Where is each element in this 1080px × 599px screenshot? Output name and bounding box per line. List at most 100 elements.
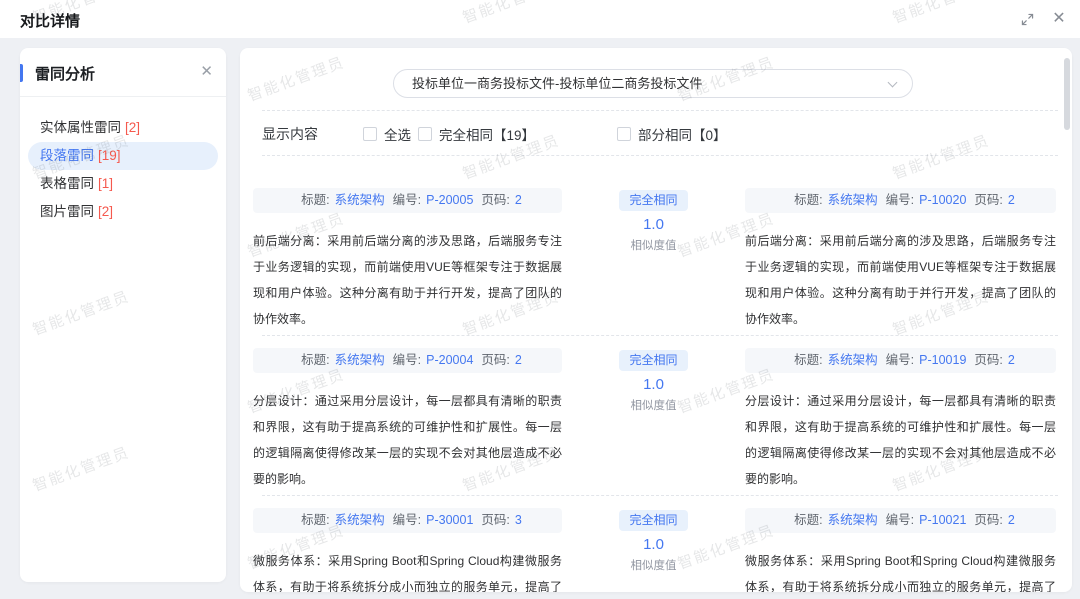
close-icon: ✕: [1052, 11, 1065, 27]
similarity-badge: 完全相同: [619, 350, 687, 371]
paragraph-page-link[interactable]: 2: [515, 353, 522, 367]
left-paragraph-block: 标题: 系统架构编号: P-20004 页码: 2 分层设计：通过采用分层设计，每一层都…: [253, 348, 562, 492]
page-body: 雷同分析 ✕ 实体属性雷同[2] 段落雷同[19] 表格雷同[1] 图片雷同[2…: [0, 38, 1080, 599]
page-field-label: 页码:: [481, 353, 509, 367]
comparison-detail-panel: 投标单位一商务投标文件-投标单位二商务投标文件 显示内容 全选 完全相同【19】…: [240, 48, 1072, 592]
paragraph-code-link[interactable]: P-10020: [919, 193, 966, 207]
fullscreen-button[interactable]: [1018, 10, 1036, 28]
sidebar-item-3[interactable]: 图片雷同[2]: [28, 198, 218, 226]
paragraph-code-link[interactable]: P-20004: [426, 353, 473, 367]
page-field-label: 页码:: [481, 513, 509, 527]
item-count: [19]: [98, 148, 121, 163]
similarity-block: 完全相同 1.0 相似度值: [562, 508, 745, 573]
display-content-label: 显示内容: [262, 124, 318, 144]
panel-header: 雷同分析 ✕: [20, 48, 226, 97]
paragraph-title-link[interactable]: 系统架构: [828, 193, 878, 207]
page-field-label: 页码:: [974, 513, 1002, 527]
chevron-down-icon: [888, 78, 898, 88]
paragraph-title-link[interactable]: 系统架构: [828, 513, 878, 527]
paragraph-code-link[interactable]: P-10019: [919, 353, 966, 367]
paragraph-code-link[interactable]: P-10021: [919, 513, 966, 527]
checkbox-icon[interactable]: [418, 127, 432, 141]
similarity-block: 完全相同 1.0 相似度值: [562, 188, 745, 253]
checkbox-icon[interactable]: [363, 127, 377, 141]
sidebar-item-1[interactable]: 段落雷同[19]: [28, 142, 218, 170]
filter-checkbox-0[interactable]: 全选: [363, 124, 411, 144]
paragraph-title-link[interactable]: 系统架构: [828, 353, 878, 367]
comparison-row: 标题:系统架构编号:P-30001页码:3 微服务体系：采用Spring Boo…: [240, 508, 1072, 592]
filter-checkbox-2[interactable]: 部分相同【0】: [617, 124, 727, 144]
code-field-label: 编号:: [393, 513, 421, 527]
page-field-label: 页码:: [974, 353, 1002, 367]
paragraph-page-link[interactable]: 2: [1008, 353, 1015, 367]
title-field-label: 标题:: [301, 193, 329, 207]
paragraph-text: 微服务体系：采用Spring Boot和Spring Cloud构建微服务体系，…: [745, 548, 1056, 592]
title-field-label: 标题:: [794, 513, 822, 527]
title-accent-bar: [20, 64, 23, 82]
title-field-label: 标题:: [794, 193, 822, 207]
paragraph-header: 标题: 系统架构编号: P-30001 页码: 3: [253, 508, 562, 533]
paragraph-text: 微服务体系：采用Spring Boot和Spring Cloud构建微服务体系，…: [253, 548, 562, 592]
similarity-value-label: 相似度值: [562, 557, 745, 573]
sidebar-item-2[interactable]: 表格雷同[1]: [28, 170, 218, 198]
page-field-label: 页码:: [481, 193, 509, 207]
item-count: [2]: [125, 120, 140, 135]
paragraph-text: 分层设计：通过采用分层设计，每一层都具有清晰的职责和界限，这有助于提高系统的可维…: [745, 388, 1056, 492]
title-field-label: 标题:: [301, 513, 329, 527]
similarity-value-label: 相似度值: [562, 237, 745, 253]
window-header: 对比详情 ✕: [0, 0, 1080, 38]
comparison-row: 标题:系统架构编号:P-20004页码:2 分层设计：通过采用分层设计，每一层都…: [240, 348, 1072, 508]
comparison-row: 标题:系统架构编号:P-20005页码:2 前后端分离：采用前后端分离的涉及思路…: [240, 188, 1072, 348]
similarity-value: 1.0: [562, 376, 745, 393]
title-field-label: 标题:: [794, 353, 822, 367]
paragraph-title-link[interactable]: 系统架构: [335, 353, 385, 367]
paragraph-title-link[interactable]: 系统架构: [335, 513, 385, 527]
fullscreen-icon: [1020, 12, 1035, 27]
paragraph-page-link[interactable]: 3: [515, 513, 522, 527]
right-paragraph-block: 标题: 系统架构编号: P-10020 页码: 2 前后端分离：采用前后端分离的涉及思路…: [745, 188, 1056, 332]
divider: [262, 495, 1058, 496]
page-field-label: 页码:: [974, 193, 1002, 207]
code-field-label: 编号:: [393, 353, 421, 367]
similarity-value: 1.0: [562, 536, 745, 553]
divider: [262, 335, 1058, 336]
panel-close-button[interactable]: ✕: [200, 62, 213, 80]
code-field-label: 编号:: [886, 193, 914, 207]
similarity-value-label: 相似度值: [562, 397, 745, 413]
paragraph-text: 分层设计：通过采用分层设计，每一层都具有清晰的职责和界限，这有助于提高系统的可维…: [253, 388, 562, 492]
paragraph-title-link[interactable]: 系统架构: [335, 193, 385, 207]
similarity-analysis-panel: 雷同分析 ✕ 实体属性雷同[2] 段落雷同[19] 表格雷同[1] 图片雷同[2…: [20, 48, 226, 582]
doc-pair-select-value: 投标单位一商务投标文件-投标单位二商务投标文件: [412, 76, 702, 91]
code-field-label: 编号:: [886, 513, 914, 527]
doc-pair-select[interactable]: 投标单位一商务投标文件-投标单位二商务投标文件: [393, 69, 913, 98]
paragraph-page-link[interactable]: 2: [1008, 193, 1015, 207]
paragraph-header: 标题: 系统架构编号: P-10020 页码: 2: [745, 188, 1056, 213]
similarity-block: 完全相同 1.0 相似度值: [562, 348, 745, 413]
sidebar-item-0[interactable]: 实体属性雷同[2]: [28, 114, 218, 142]
code-field-label: 编号:: [886, 353, 914, 367]
page-title: 对比详情: [20, 10, 80, 31]
paragraph-code-link[interactable]: P-30001: [426, 513, 473, 527]
similarity-badge: 完全相同: [619, 510, 687, 531]
right-paragraph-block: 标题: 系统架构编号: P-10019 页码: 2 分层设计：通过采用分层设计，每一层都…: [745, 348, 1056, 492]
scrollbar-thumb[interactable]: [1064, 58, 1070, 130]
paragraph-code-link[interactable]: P-20005: [426, 193, 473, 207]
paragraph-header: 标题: 系统架构编号: P-20004 页码: 2: [253, 348, 562, 373]
close-button[interactable]: ✕: [1050, 10, 1068, 28]
paragraph-header: 标题: 系统架构编号: P-10021 页码: 2: [745, 508, 1056, 533]
paragraph-text: 前后端分离：采用前后端分离的涉及思路，后端服务专注于业务逻辑的实现，而前端使用V…: [745, 228, 1056, 332]
panel-title: 雷同分析: [35, 63, 95, 84]
similarity-badge: 完全相同: [619, 190, 687, 211]
paragraph-page-link[interactable]: 2: [515, 193, 522, 207]
paragraph-page-link[interactable]: 2: [1008, 513, 1015, 527]
checkbox-icon[interactable]: [617, 127, 631, 141]
filter-checkbox-1[interactable]: 完全相同【19】: [418, 124, 535, 144]
left-paragraph-block: 标题:系统架构编号:P-20005页码:2 前后端分离：采用前后端分离的涉及思路…: [253, 188, 562, 332]
paragraph-header: 标题: 系统架构编号: P-20005 页码: 2: [253, 188, 562, 213]
paragraph-header: 标题: 系统架构编号: P-10019 页码: 2: [745, 348, 1056, 373]
item-count: [1]: [98, 176, 113, 191]
item-count: [2]: [98, 204, 113, 219]
left-paragraph-block: 标题: 系统架构编号: P-30001 页码: 3 微服务体系：采用Spring Boo…: [253, 508, 562, 592]
code-field-label: 编号:: [393, 193, 421, 207]
title-field-label: 标题:: [301, 353, 329, 367]
